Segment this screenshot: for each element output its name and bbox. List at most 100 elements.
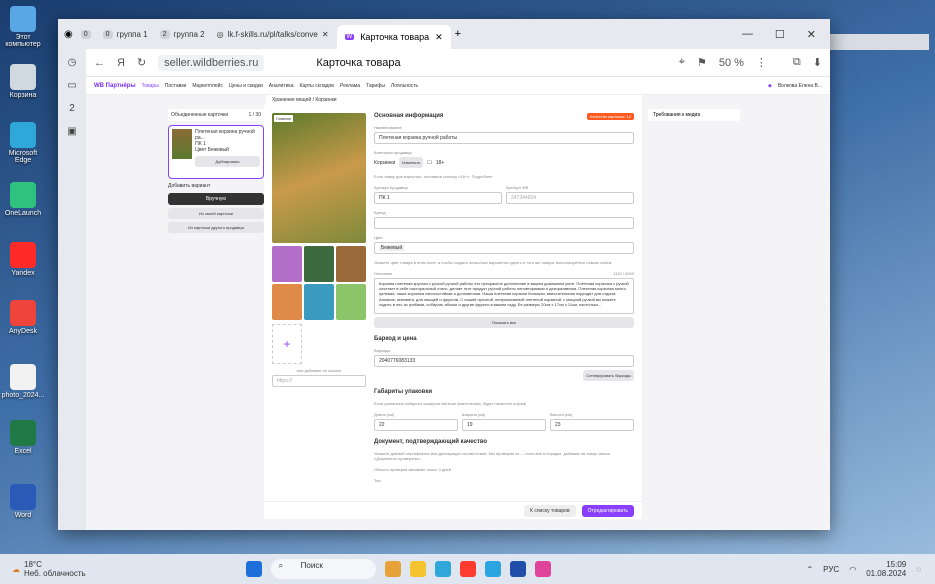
nav-item[interactable]: Лояльность [391,83,418,89]
nav-item[interactable]: Цены и скидки [229,83,263,89]
nav-item[interactable]: Карты складов [300,83,334,89]
telegram-icon[interactable] [484,561,501,577]
wb-logo[interactable]: WB Партнёры [94,83,136,89]
menu-icon[interactable]: ⋮ [756,56,767,69]
product-card[interactable]: Плетеная корзина ручной ра... ПК 1 Цвет Бе… [168,125,264,179]
user-name[interactable]: Волкова Елена В... [778,83,822,89]
tab-count-icon[interactable]: 2 [69,103,75,114]
photo-thumb[interactable] [272,284,302,320]
edge-icon[interactable] [434,561,451,577]
manual-button[interactable]: Вручную [168,193,264,205]
photo-thumb[interactable] [336,284,366,320]
language-indicator[interactable]: РУС [823,565,839,574]
desktop-app-icon [10,484,36,510]
change-category-button[interactable]: Изменить [399,157,424,168]
tab-fskills[interactable]: ◎ lk.f-skills.ru/pl/talks/conve ✕ [213,30,333,39]
close-window-icon[interactable]: ✕ [807,28,816,41]
desktop-icon[interactable]: Excel [0,420,46,455]
desktop-icon[interactable]: Microsoft Edge [0,122,46,164]
url-field[interactable]: seller.wildberries.ru [158,54,265,71]
weather-icon[interactable]: ☁ [12,565,20,574]
color-chip[interactable]: Бежевый [379,245,405,251]
nav-item[interactable]: Товары [142,83,159,89]
name-input[interactable]: Плетеная корзина ручной работы [374,132,634,144]
photo-thumb[interactable] [272,246,302,282]
generate-barcode-button[interactable]: Сгенерировать баркоды [583,370,634,381]
nav-item[interactable]: Аналитика [269,83,294,89]
yandex-icon[interactable]: Я [117,57,125,69]
nav-item[interactable]: Тарифы [366,83,385,89]
app-icon[interactable] [384,561,401,577]
taskbar-search[interactable]: ⌕ Поиск [270,559,376,579]
main-photo[interactable]: Главное [272,113,366,243]
tab-group-0[interactable]: 0 [77,29,95,39]
tray-arrow-icon[interactable]: ⌃ [806,565,813,574]
close-icon[interactable]: ✕ [435,32,443,43]
reload-icon[interactable]: ↻ [137,56,146,69]
explorer-icon[interactable] [409,561,426,577]
desktop-icon[interactable]: Корзина [0,64,46,99]
close-icon[interactable]: ✕ [322,30,329,39]
length-input[interactable]: 22 [374,419,458,431]
desktop-icon[interactable]: Этот компьютер [0,6,46,48]
barcode-input[interactable]: 2040776083133 [374,355,634,367]
photo-thumb[interactable] [304,284,334,320]
browser-logo-icon[interactable]: ◉ [64,29,73,40]
history-icon[interactable]: ◷ [68,57,77,68]
add-photo-button[interactable]: + [272,324,302,364]
nav-item[interactable]: Маркетплейс [192,83,223,89]
bookmark-icon[interactable]: ⚑ [697,56,707,69]
nav-item[interactable]: Поставки [165,83,187,89]
wb-article-label: Артикул WB [506,185,529,190]
wifi-icon[interactable]: ◠ [849,565,856,574]
edit-button[interactable]: Отредактировать [581,504,634,517]
minimize-icon[interactable]: — [742,28,753,41]
desktop-icon[interactable]: AnyDesk [0,300,46,335]
extensions-icon[interactable]: ⧉ [793,56,801,69]
desktop-icon[interactable]: Word [0,484,46,519]
desktop-icon[interactable]: photo_2024... [0,364,46,399]
zoom-level[interactable]: 50 % [719,57,744,69]
width-input[interactable]: 19 [462,419,546,431]
back-icon[interactable]: ← [94,57,105,69]
maximize-icon[interactable]: ☐ [775,28,785,41]
media-requirements-select[interactable]: Требования к медиа [648,109,740,121]
tab-active[interactable]: W Карточка товара ✕ [336,25,451,49]
notification-icon[interactable]: ◌ [916,565,921,574]
clock-time[interactable]: 15:09 [866,560,906,569]
start-icon[interactable] [245,561,262,577]
weather-temp[interactable]: 18°C [24,560,86,569]
app-pink-icon[interactable] [534,561,551,577]
color-input[interactable]: Бежевый [374,242,634,254]
tab-group-1[interactable]: 0 группа 1 [99,29,152,39]
photo-url-input[interactable]: https:// [272,375,366,387]
screenshot-icon[interactable]: ▣ [67,126,76,137]
nav-item[interactable]: Реклама [340,83,360,89]
description-input[interactable]: Корзина плетеная круглая с ручкой ручной… [374,278,634,314]
show-all-button[interactable]: Показать все [374,317,634,328]
desktop-icon[interactable]: Yandex [0,242,46,277]
tab-group-2[interactable]: 2 группа 2 [156,29,209,39]
weather-text[interactable]: Неб. облачность [24,569,86,578]
clock-date[interactable]: 01.08.2024 [866,569,906,578]
duplicate-button[interactable]: Дублировать [195,156,260,167]
photo-thumb[interactable] [304,246,334,282]
own-card-button[interactable]: Из своей карточки [168,208,264,219]
other-seller-button[interactable]: Из карточки другого продавца [168,222,264,233]
height-input[interactable]: 23 [550,419,634,431]
back-to-list-button[interactable]: К списку товаров [524,504,576,517]
bell-icon[interactable]: ◆ [768,83,772,89]
yandex-browser-icon[interactable] [459,561,476,577]
height-label: Высота (см) [550,412,573,417]
desc-count: 1133 / 5000 [613,271,634,276]
desktop-icon[interactable]: OneLaunch [0,182,46,217]
new-tab-button[interactable]: + [455,28,461,40]
location-icon[interactable]: ⌖ [679,56,685,69]
brand-input[interactable] [374,217,634,229]
age-checkbox[interactable]: ☐ [427,160,431,166]
tabs-icon[interactable]: ▭ [67,80,76,91]
download-icon[interactable]: ⬇ [813,56,822,69]
photo-thumb[interactable] [336,246,366,282]
article-input[interactable]: ПК 1 [374,192,502,204]
store-icon[interactable] [509,561,526,577]
